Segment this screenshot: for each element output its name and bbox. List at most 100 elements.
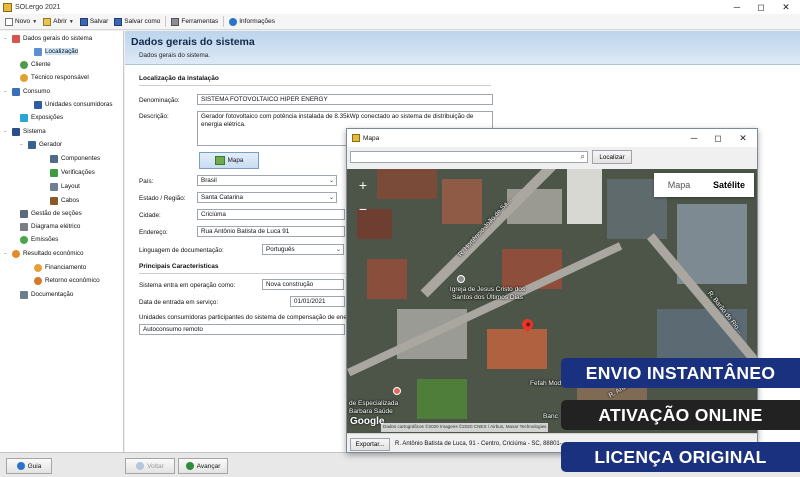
maximize-button[interactable]: ◻ bbox=[749, 0, 773, 14]
tree-item-checks[interactable]: Verificações bbox=[50, 167, 95, 178]
close-button[interactable]: ✕ bbox=[774, 0, 798, 14]
collapse-icon[interactable]: − bbox=[4, 36, 11, 42]
language-select[interactable]: Português ⌄ bbox=[262, 244, 344, 255]
collapse-icon[interactable]: − bbox=[20, 142, 27, 148]
service-date-label: Data de entrada em serviço: bbox=[139, 299, 219, 306]
tree-item-label: Gestão de seções bbox=[31, 210, 82, 217]
chevron-down-icon: ⌄ bbox=[328, 195, 334, 201]
collapse-icon[interactable]: − bbox=[4, 89, 11, 95]
arrow-left-icon bbox=[136, 462, 145, 470]
tree-item-cables[interactable]: Cabos bbox=[50, 195, 79, 206]
tree-item-consumer-units[interactable]: Unidades consumidoras bbox=[34, 99, 113, 110]
zoom-in-button[interactable]: + bbox=[352, 175, 374, 195]
operation-select[interactable]: Nova construção bbox=[262, 279, 344, 290]
denomination-field[interactable]: SISTEMA FOTOVOLTAICO HIPER ENERGY bbox=[197, 94, 493, 105]
tree-item-general-data[interactable]: − Dados gerais do sistema bbox=[4, 33, 92, 44]
map-search-input[interactable]: ⌕ bbox=[350, 151, 588, 163]
generator-icon bbox=[28, 140, 36, 149]
page-header: Dados gerais do sistema Dados gerais do … bbox=[125, 31, 800, 65]
state-label: Estado / Região: bbox=[139, 195, 186, 202]
leaf-icon bbox=[20, 235, 28, 244]
tree-item-diagram[interactable]: Diagrama elétrico bbox=[20, 221, 80, 232]
map-roof bbox=[442, 179, 482, 224]
map-type-map[interactable]: Mapa bbox=[654, 173, 704, 197]
tree-item-label: Layout bbox=[61, 183, 80, 190]
chevron-down-icon: ⌄ bbox=[335, 247, 341, 253]
back-button[interactable]: Voltar bbox=[125, 458, 175, 474]
country-select[interactable]: Brasil ⌄ bbox=[197, 175, 337, 186]
save-as-button[interactable]: Salvar como bbox=[111, 15, 163, 29]
app-logo-icon bbox=[352, 134, 360, 142]
app-logo-icon bbox=[3, 2, 12, 12]
search-icon[interactable]: ⌕ bbox=[581, 152, 585, 162]
compensation-value: Autoconsumo remoto bbox=[143, 326, 203, 333]
section-main-title: Principais Características bbox=[139, 263, 219, 270]
state-select[interactable]: Santa Catarina ⌄ bbox=[197, 192, 337, 203]
map-maximize-button[interactable]: ◻ bbox=[707, 129, 729, 147]
main-toolbar: Novo ▼ Abrir ▼ Salvar Salvar como Ferramen… bbox=[0, 14, 800, 30]
tree-item-consumption[interactable]: − Consumo bbox=[4, 86, 50, 97]
floppy-icon bbox=[79, 17, 88, 26]
tree-item-return[interactable]: Retorno econômico bbox=[34, 275, 100, 286]
tree-item-location[interactable]: Localização bbox=[34, 46, 79, 57]
satellite-map[interactable]: R. Hortêncio João de Sa... R. Barão do R… bbox=[347, 169, 757, 433]
solar-panel-icon bbox=[12, 127, 20, 136]
collapse-icon[interactable]: − bbox=[4, 129, 11, 135]
tree-item-technician[interactable]: Técnico responsável bbox=[20, 72, 89, 83]
tree-item-label: Resultado econômico bbox=[23, 250, 84, 257]
tree-item-label: Localização bbox=[45, 48, 79, 55]
new-file-icon bbox=[5, 17, 13, 26]
tree-item-label: Cabos bbox=[61, 197, 80, 204]
compensation-select[interactable]: Autoconsumo remoto bbox=[139, 324, 345, 335]
new-button[interactable]: Novo ▼ bbox=[2, 15, 40, 29]
help-icon bbox=[16, 462, 25, 470]
map-close-button[interactable]: ✕ bbox=[732, 129, 754, 147]
country-label: País: bbox=[139, 178, 154, 185]
locate-button[interactable]: Localizar bbox=[592, 150, 632, 164]
save-button[interactable]: Salvar bbox=[77, 15, 111, 29]
poi-health-label: de Especializada Barbara Saúde bbox=[349, 400, 399, 415]
next-button[interactable]: Avançar bbox=[178, 458, 228, 474]
church-icon bbox=[457, 275, 465, 283]
new-label: Novo bbox=[15, 18, 31, 25]
tree-item-layout[interactable]: Layout bbox=[50, 181, 80, 192]
return-icon bbox=[34, 276, 42, 285]
city-field[interactable]: Criciúma bbox=[197, 209, 345, 220]
tree-item-emissions[interactable]: Emissões bbox=[20, 234, 58, 245]
tree-item-label: Cliente bbox=[31, 61, 51, 68]
tree-item-label: Diagrama elétrico bbox=[31, 223, 81, 230]
tools-button[interactable]: Ferramentas bbox=[168, 15, 221, 29]
tree-item-label: Componentes bbox=[61, 155, 101, 162]
collapse-icon[interactable]: − bbox=[4, 251, 11, 257]
tree-item-system[interactable]: − Sistema bbox=[4, 126, 46, 137]
banner-original-license: LICENÇA ORIGINAL bbox=[561, 442, 800, 472]
tree-item-financing[interactable]: Financiamento bbox=[34, 262, 86, 273]
minimize-button[interactable]: ─ bbox=[725, 0, 749, 14]
tree-item-components[interactable]: Componentes bbox=[50, 153, 100, 164]
compensation-label: Unidades consumidoras participantes do s… bbox=[139, 314, 358, 321]
map-button[interactable]: Mapa bbox=[199, 152, 259, 169]
tree-item-economic[interactable]: − Resultado econômico bbox=[4, 248, 84, 259]
zoom-out-button[interactable]: − bbox=[352, 199, 374, 219]
tree-item-exposures[interactable]: Exposições bbox=[20, 112, 63, 123]
open-label: Abrir bbox=[53, 18, 67, 25]
address-label: Endereço: bbox=[139, 229, 168, 236]
service-date-field[interactable]: 01/01/2021 bbox=[290, 296, 345, 307]
info-button[interactable]: Informações bbox=[226, 15, 278, 29]
tree-item-sections[interactable]: Gestão de seções bbox=[20, 208, 82, 219]
tree-item-documentation[interactable]: Documentação bbox=[20, 289, 73, 300]
map-attribution[interactable]: Dados cartográficos ©2020 Imagens ©2020 … bbox=[381, 423, 549, 432]
address-field[interactable]: Rua Antônio Batista de Luca 91 bbox=[197, 226, 345, 237]
map-type-satellite[interactable]: Satélite bbox=[704, 173, 754, 197]
banner-online-activation: ATIVAÇÃO ONLINE bbox=[561, 400, 800, 430]
document-icon bbox=[20, 290, 28, 299]
components-icon bbox=[50, 154, 58, 163]
open-button[interactable]: Abrir ▼ bbox=[40, 15, 77, 29]
help-button[interactable]: Guia bbox=[6, 458, 52, 474]
tree-item-client[interactable]: Cliente bbox=[20, 59, 51, 70]
tree-item-label: Documentação bbox=[31, 291, 74, 298]
map-minimize-button[interactable]: ─ bbox=[683, 129, 705, 147]
next-label: Avançar bbox=[196, 462, 221, 470]
tree-item-generator[interactable]: − Gerador bbox=[20, 139, 62, 150]
export-button[interactable]: Exportar... bbox=[350, 438, 390, 451]
